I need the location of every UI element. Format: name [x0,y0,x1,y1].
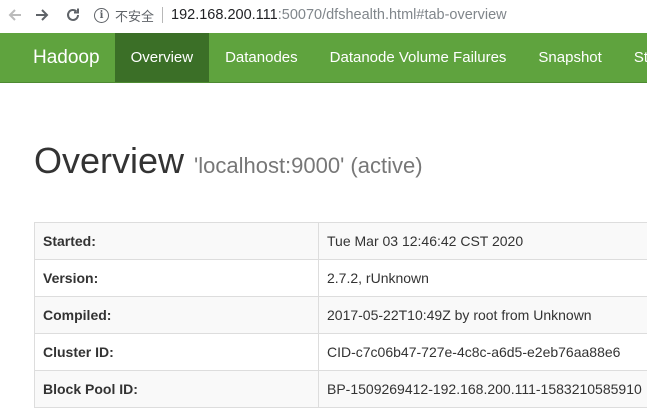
table-row: Block Pool ID: BP-1509269412-192.168.200… [35,371,647,408]
back-button[interactable] [0,0,30,30]
info-icon[interactable]: i [94,8,109,23]
security-label[interactable]: 不安全 [115,6,154,25]
address-divider [162,7,163,23]
overview-table: Started: Tue Mar 03 12:46:42 CST 2020 Ve… [34,222,647,408]
table-row: Version: 2.7.2, rUnknown [35,260,647,297]
row-value: 2.7.2, rUnknown [319,260,647,297]
row-key: Block Pool ID: [35,371,319,408]
table-row: Compiled: 2017-05-22T10:49Z by root from… [35,297,647,334]
url-path[interactable]: :50070/dfshealth.html#tab-overview [278,7,507,23]
page-subtitle: 'localhost:9000' (active) [194,153,423,179]
forward-button[interactable] [28,0,56,30]
row-key: Version: [35,260,319,297]
table-row: Started: Tue Mar 03 12:46:42 CST 2020 [35,223,647,260]
row-value: CID-c7c06b47-727e-4c8c-a6d5-e2eb76aa88e6 [319,334,647,371]
nav-item-datanode-volume-failures[interactable]: Datanode Volume Failures [314,33,523,82]
page-title: Overview [34,140,184,182]
navbar-brand[interactable]: Hadoop [0,33,115,82]
reload-button[interactable] [58,0,88,30]
row-value: 2017-05-22T10:49Z by root from Unknown [319,297,647,334]
nav-item-startup-progress[interactable]: Startup Progress [618,33,647,82]
navbar: Hadoop Overview Datanodes Datanode Volum… [0,33,647,83]
nav-item-snapshot[interactable]: Snapshot [522,33,617,82]
url-host[interactable]: 192.168.200.111 [171,7,278,23]
browser-toolbar: i 不安全 192.168.200.111:50070/dfshealth.ht… [0,0,647,30]
row-value: BP-1509269412-192.168.200.111-1583210585… [319,371,647,408]
arrow-left-icon [7,7,23,23]
address-bar[interactable]: i 不安全 192.168.200.111:50070/dfshealth.ht… [94,0,647,30]
row-key: Cluster ID: [35,334,319,371]
row-key: Compiled: [35,297,319,334]
row-key: Started: [35,223,319,260]
nav-item-datanodes[interactable]: Datanodes [209,33,314,82]
row-value: Tue Mar 03 12:46:42 CST 2020 [319,223,647,260]
table-row: Cluster ID: CID-c7c06b47-727e-4c8c-a6d5-… [35,334,647,371]
reload-icon [65,7,81,23]
nav-item-overview[interactable]: Overview [115,33,210,82]
page-header: Overview 'localhost:9000' (active) [34,140,423,182]
arrow-right-icon [34,7,50,23]
